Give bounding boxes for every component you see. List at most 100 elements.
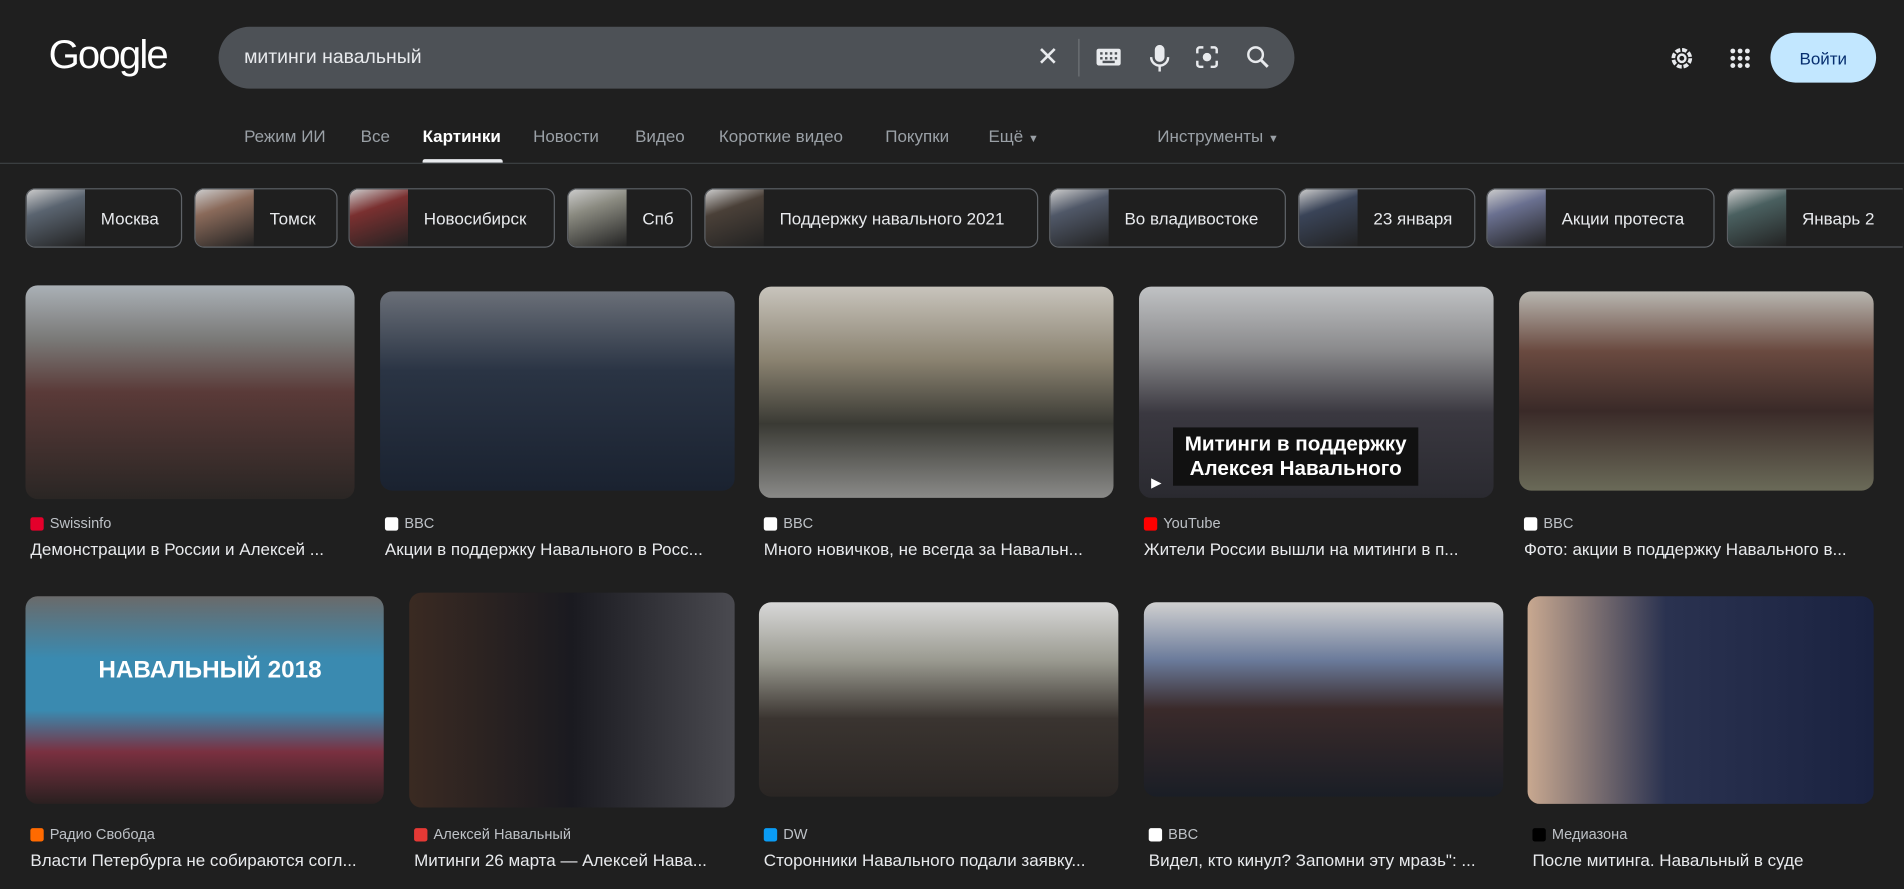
site-favicon: [384, 516, 399, 531]
search-icon[interactable]: [1245, 44, 1272, 71]
suggestion-chip[interactable]: Новосибирск: [348, 188, 555, 248]
result-source[interactable]: BBC: [763, 514, 814, 532]
source-name: BBC: [404, 514, 435, 532]
suggestion-chip[interactable]: Поддержку навального 2021: [704, 188, 1039, 248]
result-title[interactable]: Много новичков, не всегда за Навальн...: [764, 539, 1114, 558]
result-source[interactable]: BBC: [1148, 825, 1199, 843]
site-favicon: [763, 516, 778, 531]
chip-label: Поддержку навального 2021: [779, 208, 1005, 228]
tab-images[interactable]: Картинки: [423, 126, 501, 145]
chip-label: Новосибирск: [423, 208, 527, 228]
chip-label: Январь 2: [1802, 208, 1875, 228]
result-title[interactable]: Акции в поддержку Навального в Росс...: [385, 539, 735, 558]
chip-label: Во владивостоке: [1124, 208, 1259, 228]
source-name: Радио Свобода: [49, 825, 155, 843]
result-thumbnail[interactable]: НАВАЛЬНЫЙ 2018: [25, 596, 384, 804]
result-source[interactable]: Радио Свобода: [30, 826, 155, 843]
result-thumbnail[interactable]: [758, 286, 1114, 498]
tab-short-videos[interactable]: Короткие видео: [719, 126, 843, 145]
result-source[interactable]: BBC: [1523, 514, 1574, 532]
result-title[interactable]: Жители России вышли на митинги в п...: [1144, 539, 1494, 558]
login-button[interactable]: Войти: [1770, 32, 1877, 83]
result-thumbnail[interactable]: Митинги в поддержку Алексея Навального ▶: [1139, 286, 1494, 498]
tab-ai-mode[interactable]: Режим ИИ: [244, 126, 326, 145]
site-favicon: [763, 827, 778, 841]
result-thumbnail[interactable]: [380, 291, 735, 491]
result-thumbnail[interactable]: [25, 285, 355, 500]
chip-thumbnail: [1050, 189, 1109, 247]
divider: [0, 162, 1904, 164]
clear-icon[interactable]: ✕: [1035, 41, 1062, 71]
suggestion-chip[interactable]: Томск: [194, 188, 338, 248]
mic-icon[interactable]: [1146, 44, 1173, 73]
suggestion-chip[interactable]: Во владивостоке: [1049, 188, 1286, 248]
suggestion-chip[interactable]: Спб: [567, 188, 693, 248]
chip-thumbnail: [705, 189, 764, 247]
banner-text: НАВАЛЬНЫЙ 2018: [98, 656, 322, 684]
result-title[interactable]: Видел, кто кинул? Запомни эту мразь": ..…: [1149, 850, 1504, 869]
chip-thumbnail: [1487, 189, 1546, 247]
result-thumbnail[interactable]: [409, 592, 735, 808]
source-name: YouTube: [1163, 514, 1221, 532]
lens-icon[interactable]: [1194, 44, 1221, 71]
play-icon: ▶: [1151, 476, 1162, 491]
chip-thumbnail: [349, 189, 409, 247]
result-source[interactable]: Алексей Навальный: [414, 826, 571, 843]
suggestion-chip[interactable]: 23 января: [1298, 188, 1476, 248]
result-title[interactable]: Фото: акции в поддержку Навального в...: [1524, 539, 1874, 558]
tools-button[interactable]: Инструменты ▼: [1157, 126, 1279, 145]
tab-news[interactable]: Новости: [533, 126, 599, 145]
tab-video[interactable]: Видео: [635, 126, 685, 145]
result-thumbnail[interactable]: [758, 602, 1119, 797]
site-favicon: [30, 827, 44, 841]
tools-label: Инструменты: [1157, 126, 1264, 146]
suggestion-chip[interactable]: Москва: [25, 188, 183, 248]
result-title[interactable]: Демонстрации в России и Алексей ...: [30, 539, 354, 558]
tab-more[interactable]: Ещё ▼: [988, 126, 1038, 145]
source-name: DW: [783, 825, 808, 843]
site-favicon: [1143, 516, 1158, 531]
result-source[interactable]: DW: [763, 825, 808, 843]
chip-thumbnail: [568, 189, 627, 247]
result-thumbnail[interactable]: [1143, 602, 1504, 797]
chip-label: Москва: [100, 208, 159, 228]
chip-thumbnail: [195, 189, 254, 247]
tab-shopping[interactable]: Покупки: [885, 126, 949, 145]
source-name: BBC: [1543, 514, 1574, 532]
caret-down-icon: ▼: [1027, 132, 1039, 145]
result-source[interactable]: Медиазона: [1532, 826, 1627, 843]
site-favicon: [414, 827, 428, 841]
tab-all[interactable]: Все: [361, 126, 390, 145]
gear-icon[interactable]: [1667, 44, 1696, 73]
chip-thumbnail: [1299, 189, 1358, 247]
chip-thumbnail: [1727, 189, 1787, 247]
site-favicon: [1523, 516, 1538, 531]
result-title[interactable]: После митинга. Навальный в суде: [1532, 850, 1873, 869]
site-favicon: [30, 516, 44, 531]
caret-down-icon: ▼: [1267, 132, 1279, 145]
search-input[interactable]: [244, 26, 1022, 89]
result-source[interactable]: Swissinfo: [30, 515, 111, 532]
divider: [1078, 38, 1080, 77]
source-name: Алексей Навальный: [433, 825, 572, 843]
search-box: ✕: [218, 26, 1295, 89]
chip-label: Томск: [269, 208, 316, 228]
result-source[interactable]: BBC: [384, 514, 435, 532]
result-thumbnail[interactable]: [1527, 596, 1874, 804]
google-logo[interactable]: Google: [49, 32, 169, 78]
apps-grid-icon[interactable]: [1726, 44, 1755, 73]
suggestion-chip[interactable]: Январь 2: [1726, 188, 1903, 248]
source-name: Медиазона: [1551, 825, 1628, 843]
result-title[interactable]: Власти Петербурга не собираются согл...: [30, 850, 383, 869]
result-source[interactable]: YouTube: [1143, 514, 1221, 532]
result-thumbnail[interactable]: [1519, 291, 1874, 491]
source-name: BBC: [1168, 825, 1199, 843]
site-favicon: [1532, 827, 1546, 841]
result-title[interactable]: Сторонники Навального подали заявку...: [764, 850, 1119, 869]
video-overlay-text: Митинги в поддержку Алексея Навального: [1173, 427, 1419, 486]
tab-more-label: Ещё: [988, 126, 1024, 146]
result-title[interactable]: Митинги 26 марта — Алексей Нава...: [414, 850, 735, 869]
keyboard-icon[interactable]: [1095, 47, 1122, 66]
suggestion-chip[interactable]: Акции протеста: [1486, 188, 1715, 248]
source-name: BBC: [783, 514, 814, 532]
